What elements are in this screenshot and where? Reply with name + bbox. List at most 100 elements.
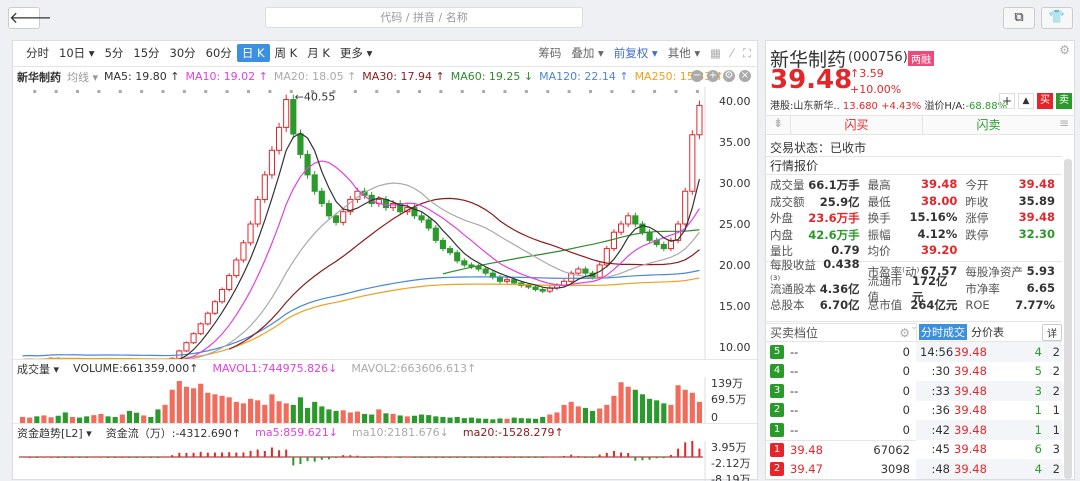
bid-row[interactable]: 1 39.48 67062 [766,439,916,460]
grid-icon[interactable]: ▦ [710,46,721,60]
window-icon[interactable]: ⧉ [1003,7,1035,29]
fund-flow-bar [669,455,672,457]
quote-cell: 最高 39.48 [864,177,962,193]
period-tab[interactable]: 5分 [100,44,129,62]
volume-bar [126,410,132,423]
buy-button[interactable]: 买 [1037,93,1053,109]
fund-flow-bar [470,457,473,458]
period-tab[interactable]: 15分 [128,44,164,62]
scrollbar[interactable] [1064,159,1072,479]
toolbar-option[interactable]: 其他 ▾ [668,45,700,61]
period-tab[interactable]: 60分 [201,44,237,62]
level-badge: 3 [770,383,784,398]
hk-label[interactable]: 港股:山东新华.. [770,101,840,112]
search-input[interactable]: 代码 / 拼音 / 名称 [265,7,583,28]
fund-flow-bar [292,457,295,466]
event-marker [353,90,357,93]
candle [682,190,689,225]
fund-flow-bar [427,457,430,458]
menu-icon[interactable]: ≡ [1054,116,1074,134]
fund-flow-bar [42,456,45,458]
ask-row[interactable]: 4 -- 0 [766,362,916,382]
collapse-icon[interactable]: ⇟ [766,116,790,134]
fullscreen-icon[interactable]: ⛶ [743,46,751,61]
alert-bell-icon[interactable]: ▲ [1018,93,1034,109]
volume-title[interactable]: 成交量 ▾ [17,361,59,377]
fund-flow-bar [605,453,608,457]
bid-row[interactable]: 2 39.47 3098 [766,459,916,479]
toolbar-option[interactable]: 叠加 ▾ [571,45,603,61]
ask-row[interactable]: 2 -- 0 [766,401,916,421]
zoom-out-icon[interactable]: − [691,70,703,82]
draw-icon[interactable]: ⁄ [731,46,733,60]
fund-flow-bar [121,456,124,458]
fund-title[interactable]: 资金趋势[L2] ▾ [17,425,92,441]
y-tick-label: 10.00 [719,341,751,354]
volume-bar [191,388,197,423]
volume-bar [362,413,368,423]
flash-buy-button[interactable]: 闪买 [790,116,922,134]
fund-flow-bar [156,457,159,458]
ask-row[interactable]: 5 -- 0 [766,342,916,362]
ma120-line [22,269,700,357]
orderbook-settings-icon[interactable]: ⚙ [899,324,910,342]
event-marker [674,90,678,93]
quote-cell: 振幅 4.12% [864,227,962,243]
add-watchlist-button[interactable]: + [999,93,1015,109]
fundamental-value: 264亿元 [910,298,958,313]
ask-row[interactable]: 3 -- 0 [766,381,916,401]
ma-legend-item: MA20: 18.05 ↑ [273,70,357,83]
volume-bar [376,409,382,423]
indicator-type-select[interactable]: 均线 ▾ [67,69,98,85]
period-tab[interactable]: 周 K [270,44,303,62]
top-bar: 🡐 代码 / 拼音 / 名称 ⧉ 👕 [0,0,1080,36]
trade-time: :33 [931,383,950,398]
tab-price-table[interactable]: 分价表 [971,324,1004,340]
close-icon[interactable]: × [739,70,751,82]
trade-count: 1 [1052,422,1060,437]
ask-row[interactable]: 1 -- 0 [766,420,916,440]
level-volume: 0 [902,364,910,379]
candle [333,215,340,223]
ma-legend: 新华制药 均线 ▾ MA5: 19.80 ↑ MA10: 19.02 ↑ MA20:… [13,66,757,86]
back-button[interactable]: 🡐 [8,7,52,29]
period-tab[interactable]: 30分 [165,44,201,62]
fund-flow-bar [563,456,566,457]
sell-button[interactable]: 卖 [1056,93,1072,109]
event-marker [33,90,37,93]
event-marker [524,90,528,93]
fund-flow-bar [270,447,273,457]
skin-icon[interactable]: 👕 [1041,7,1073,29]
volume-bar [240,403,246,423]
tab-tick-trades[interactable]: 分时成交 [919,324,967,340]
period-tab[interactable]: 月 K [302,44,335,62]
period-tab[interactable]: 10日 ▾ [54,44,100,62]
mavol2-value: MAVOL2:663606.613↑ [351,362,477,375]
quote-cell: 昨收 35.89 [961,194,1059,210]
fund-flow-bar [64,457,67,458]
fundamental-row: 流通股本 4.36亿 流通市值 172亿元 市净率 6.65 [766,274,1062,304]
settings-icon[interactable]: ⚙ [723,70,735,82]
candle [582,268,589,274]
volume-bar [176,381,182,423]
trade-time: 14:56 [920,344,954,359]
fund-flow-bar [363,457,366,458]
fund-flow-value: 资金流（万）:-4312.690↑ [105,426,242,440]
event-marker [161,90,165,93]
settings-icon[interactable]: ⚙ [1059,43,1070,57]
event-marker [204,90,208,93]
period-tab[interactable]: 日 K [236,44,270,62]
candle [475,266,482,270]
fund-flow-bar [612,451,615,457]
zoom-in-icon[interactable]: + [707,70,719,82]
period-tab[interactable]: 分时 [21,44,54,62]
fund-flow-bar [92,456,95,458]
detail-button[interactable]: 详 [1042,323,1062,341]
toolbar-option[interactable]: 筹码 [538,45,561,61]
period-tab[interactable]: 更多 ▾ [335,44,377,62]
candlestick-chart[interactable]: 40.00 35.00 30.00 25.00 20.00 15.00 10.00 ←40.5… [13,87,757,359]
toolbar-option[interactable]: 前复权 ▾ [614,45,658,61]
quote-row: 成交额 25.9亿 最低 38.00 昨收 35.89 [766,194,1062,211]
fund-flow-bar [192,452,195,457]
flash-sell-button[interactable]: 闪卖 [922,116,1054,134]
